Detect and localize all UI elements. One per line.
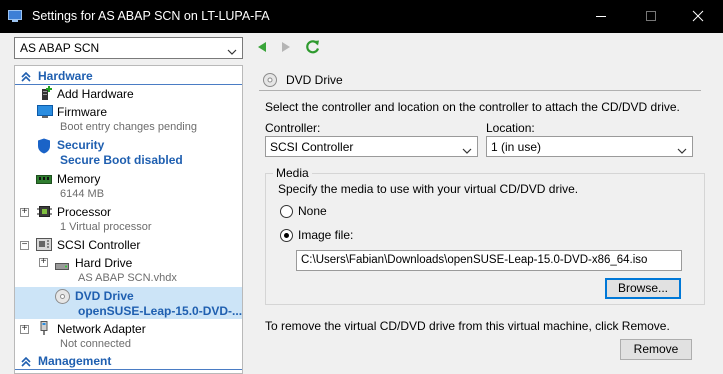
sidebar-item-detail: 6144 MB: [60, 188, 105, 200]
hardware-section-label: Hardware: [38, 69, 93, 83]
chevron-down-icon: [227, 44, 237, 58]
settings-app-icon: [8, 10, 22, 22]
settings-tree: Hardware Add Hardware Firmware Boot entr…: [14, 65, 243, 374]
collapse-toggle[interactable]: −: [20, 239, 29, 250]
close-button[interactable]: [675, 0, 721, 33]
chevron-down-icon: [462, 143, 472, 157]
panel-title: DVD Drive: [286, 73, 343, 87]
vm-selector-dropdown[interactable]: AS ABAP SCN: [14, 37, 243, 59]
network-adapter-icon: [37, 321, 51, 339]
dvd-drive-settings-panel: DVD Drive Select the controller and loca…: [251, 65, 723, 374]
remove-description: To remove the virtual CD/DVD drive from …: [265, 319, 670, 333]
media-legend: Media: [273, 166, 312, 180]
sidebar-item-detail: Secure Boot disabled: [60, 153, 183, 167]
collapse-section-icon: [21, 356, 31, 370]
image-file-radio[interactable]: [280, 229, 293, 242]
sidebar-item-label: Firmware: [57, 105, 107, 119]
browse-button[interactable]: Browse...: [605, 278, 681, 299]
memory-icon: [36, 174, 52, 188]
vm-selector-value: AS ABAP SCN: [20, 41, 100, 55]
none-radio[interactable]: [280, 205, 293, 218]
forward-arrow-icon[interactable]: [280, 41, 292, 56]
sidebar-item-security[interactable]: Security Secure Boot disabled: [15, 136, 242, 169]
location-dropdown[interactable]: 1 (in use): [486, 136, 693, 157]
minimize-button[interactable]: [578, 0, 624, 33]
processor-icon: [37, 204, 52, 222]
media-group: Media Specify the media to use with your…: [265, 166, 705, 305]
panel-header: DVD Drive: [259, 71, 701, 91]
sidebar-item-scsi-controller[interactable]: − SCSI Controller: [15, 236, 242, 254]
add-hardware-icon: [39, 86, 53, 104]
controller-value: SCSI Controller: [270, 140, 354, 154]
refresh-icon[interactable]: [305, 39, 321, 58]
expand-toggle[interactable]: +: [20, 206, 29, 217]
image-path-input[interactable]: C:\Users\Fabian\Downloads\openSUSE-Leap-…: [296, 250, 682, 271]
dvd-drive-icon: [55, 289, 70, 307]
scsi-controller-icon: [36, 238, 52, 254]
media-description: Specify the media to use with your virtu…: [278, 182, 579, 196]
sidebar-item-detail: 1 Virtual processor: [60, 221, 152, 233]
toolbar: AS ABAP SCN: [0, 33, 723, 65]
hardware-section-header[interactable]: Hardware: [15, 68, 242, 85]
sidebar-item-label: Security: [57, 138, 105, 152]
sidebar-item-label: Hard Drive: [75, 256, 133, 270]
sidebar-item-label: Add Hardware: [57, 87, 134, 101]
back-arrow-icon[interactable]: [256, 41, 268, 56]
sidebar-item-detail: openSUSE-Leap-15.0-DVD-...: [78, 304, 243, 318]
window-title: Settings for AS ABAP SCN on LT-LUPA-FA: [32, 9, 270, 23]
none-radio-label[interactable]: None: [298, 204, 327, 218]
controller-label: Controller:: [265, 121, 321, 135]
chevron-down-icon: [677, 143, 687, 157]
sidebar-item-label: DVD Drive: [75, 289, 134, 303]
sidebar-item-firmware[interactable]: Firmware Boot entry changes pending: [15, 103, 242, 135]
controller-dropdown[interactable]: SCSI Controller: [265, 136, 478, 157]
hard-drive-icon: [55, 260, 69, 274]
sidebar-item-network-adapter[interactable]: + Network Adapter Not connected: [15, 320, 242, 352]
sidebar-item-detail: Not connected: [60, 338, 131, 350]
sidebar-item-label: Processor: [57, 205, 112, 219]
dvd-disc-icon: [263, 73, 277, 90]
shield-icon: [37, 138, 51, 157]
firmware-icon: [37, 105, 53, 121]
location-label: Location:: [486, 121, 535, 135]
panel-description: Select the controller and location on th…: [265, 100, 680, 114]
location-value: 1 (in use): [491, 140, 542, 154]
maximize-button[interactable]: [628, 0, 674, 33]
sidebar-item-hard-drive[interactable]: + Hard Drive AS ABAP SCN.vhdx: [15, 254, 242, 286]
sidebar-item-label: Network Adapter: [57, 322, 146, 336]
expand-toggle[interactable]: +: [39, 256, 48, 267]
sidebar-item-label: SCSI Controller: [57, 238, 141, 252]
sidebar-item-dvd-drive[interactable]: DVD Drive openSUSE-Leap-15.0-DVD-...: [15, 287, 242, 319]
management-section-header[interactable]: Management: [15, 353, 242, 370]
sidebar-item-memory[interactable]: Memory 6144 MB: [15, 170, 242, 202]
title-bar: Settings for AS ABAP SCN on LT-LUPA-FA: [0, 0, 723, 33]
image-file-radio-label[interactable]: Image file:: [298, 228, 353, 242]
sidebar-item-detail: AS ABAP SCN.vhdx: [78, 272, 177, 284]
sidebar-item-add-hardware[interactable]: Add Hardware: [15, 85, 242, 103]
management-section-label: Management: [38, 354, 112, 368]
remove-button[interactable]: Remove: [620, 339, 692, 360]
sidebar-item-processor[interactable]: + Processor 1 Virtual processor: [15, 203, 242, 235]
expand-toggle[interactable]: +: [20, 323, 29, 334]
sidebar-item-detail: Boot entry changes pending: [60, 121, 197, 133]
collapse-section-icon: [21, 71, 31, 85]
sidebar-item-label: Memory: [57, 172, 101, 186]
